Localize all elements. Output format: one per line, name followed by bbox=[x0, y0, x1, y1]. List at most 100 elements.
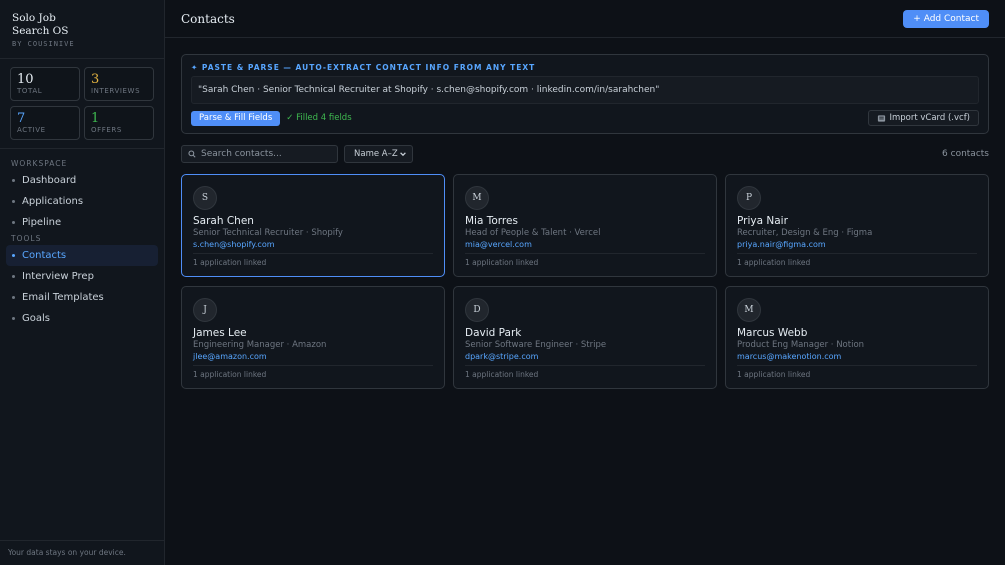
sidebar-item-label: Interview Prep bbox=[22, 271, 94, 282]
add-contact-button[interactable]: + Add Contact bbox=[903, 9, 989, 28]
bullet-icon bbox=[12, 254, 15, 257]
avatar: M bbox=[737, 298, 761, 322]
card-divider bbox=[465, 365, 705, 366]
sidebar-item-label: Contacts bbox=[22, 250, 67, 261]
contact-email[interactable]: mia@vercel.com bbox=[465, 240, 705, 251]
contact-card[interactable]: J James Lee Engineering Manager · Amazon… bbox=[181, 286, 445, 389]
bullet-icon bbox=[12, 275, 15, 278]
main-content: Contacts + Add Contact ✦ PASTE & PARSE —… bbox=[165, 0, 1005, 565]
chevron-down-icon bbox=[400, 152, 406, 157]
import-vcard-button[interactable]: Import vCard (.vcf) bbox=[868, 110, 979, 126]
sidebar-item-contacts[interactable]: Contacts bbox=[6, 245, 158, 266]
paste-parse-panel: ✦ PASTE & PARSE — AUTO-EXTRACT CONTACT I… bbox=[181, 54, 989, 134]
stat-label: OFFERS bbox=[91, 125, 122, 134]
page-title: Contacts bbox=[181, 11, 235, 26]
bullet-icon bbox=[12, 221, 15, 224]
parse-actions: Parse & Fill Fields ✓ Filled 4 fields Im… bbox=[191, 110, 979, 126]
card-divider bbox=[193, 365, 433, 366]
stat-value: 1 bbox=[91, 110, 100, 126]
brand: Solo Job Search OS BY COUSINIVE bbox=[0, 0, 164, 59]
contact-name: David Park bbox=[465, 327, 522, 339]
paste-text-field[interactable]: "Sarah Chen · Senior Technical Recruiter… bbox=[191, 76, 979, 104]
stat-label: INTERVIEWS bbox=[91, 87, 141, 95]
contact-email[interactable]: marcus@makenotion.com bbox=[737, 352, 977, 363]
contact-name: Priya Nair bbox=[737, 215, 788, 227]
contact-email[interactable]: priya.nair@figma.com bbox=[737, 240, 977, 251]
contacts-toolbar: Name A–Z 6 contacts bbox=[181, 145, 989, 163]
sidebar-item-label: Email Templates bbox=[22, 292, 104, 303]
sidebar-item-goals[interactable]: Goals bbox=[6, 308, 158, 329]
contact-card-icon bbox=[878, 114, 886, 122]
contact-card[interactable]: M Mia Torres Head of People & Talent · V… bbox=[453, 174, 717, 277]
sidebar-item-pipeline[interactable]: Pipeline bbox=[6, 212, 158, 233]
bullet-icon bbox=[12, 317, 15, 320]
avatar: S bbox=[193, 186, 217, 210]
stat-offers[interactable]: 1 OFFERS bbox=[84, 105, 154, 140]
sidebar-item-interview-prep[interactable]: Interview Prep bbox=[6, 266, 158, 287]
sort-select[interactable]: Name A–Z bbox=[344, 145, 413, 163]
nav-section-workspace: WORKSPACE bbox=[11, 159, 68, 168]
sidebar-item-applications[interactable]: Applications bbox=[6, 191, 158, 212]
stat-label: ACTIVE bbox=[17, 125, 46, 134]
stat-value: 7 bbox=[17, 110, 26, 126]
parse-status: ✓ Filled 4 fields bbox=[286, 113, 352, 123]
paste-parse-heading: ✦ PASTE & PARSE — AUTO-EXTRACT CONTACT I… bbox=[191, 63, 536, 72]
sort-value: Name A–Z bbox=[354, 149, 398, 159]
sidebar: Solo Job Search OS BY COUSINIVE 10 TOTAL… bbox=[0, 0, 165, 565]
contact-role: Senior Technical Recruiter · Shopify bbox=[193, 228, 343, 238]
sidebar-item-label: Applications bbox=[22, 196, 84, 207]
card-divider bbox=[465, 253, 705, 254]
brand-title: Solo Job Search OS bbox=[12, 12, 69, 37]
linked-applications: 1 application linked bbox=[465, 370, 539, 379]
nav-section-tools: TOOLS bbox=[11, 234, 42, 243]
contact-name: James Lee bbox=[193, 327, 247, 339]
card-divider bbox=[737, 253, 977, 254]
parse-fill-button[interactable]: Parse & Fill Fields bbox=[191, 110, 281, 126]
avatar: M bbox=[465, 186, 489, 210]
contact-role: Recruiter, Design & Eng · Figma bbox=[737, 228, 873, 238]
bullet-icon bbox=[12, 200, 15, 203]
card-divider bbox=[193, 253, 433, 254]
bullet-icon bbox=[12, 296, 15, 299]
brand-subtitle: BY COUSINIVE bbox=[12, 40, 75, 48]
privacy-note: Your data stays on your device. bbox=[0, 540, 165, 565]
stat-label: TOTAL bbox=[17, 87, 43, 95]
avatar: D bbox=[465, 298, 489, 322]
import-vcard-label: Import vCard (.vcf) bbox=[889, 113, 970, 123]
sidebar-item-label: Dashboard bbox=[22, 175, 77, 186]
contact-card[interactable]: S Sarah Chen Senior Technical Recruiter … bbox=[181, 174, 445, 277]
avatar: P bbox=[737, 186, 761, 210]
avatar: J bbox=[193, 298, 217, 322]
contact-name: Mia Torres bbox=[465, 215, 518, 227]
contact-name: Sarah Chen bbox=[193, 215, 254, 227]
contact-card[interactable]: P Priya Nair Recruiter, Design & Eng · F… bbox=[725, 174, 989, 277]
sidebar-item-label: Goals bbox=[22, 313, 50, 324]
contact-card[interactable]: M Marcus Webb Product Eng Manager · Noti… bbox=[725, 286, 989, 389]
linked-applications: 1 application linked bbox=[737, 370, 811, 379]
stat-value: 3 bbox=[91, 72, 100, 87]
contact-email[interactable]: s.chen@shopify.com bbox=[193, 240, 433, 251]
contact-name: Marcus Webb bbox=[737, 327, 808, 339]
contact-email[interactable]: dpark@stripe.com bbox=[465, 352, 705, 363]
stat-active[interactable]: 7 ACTIVE bbox=[10, 105, 80, 140]
top-bar: Contacts + Add Contact bbox=[165, 0, 1005, 38]
contact-role: Head of People & Talent · Vercel bbox=[465, 228, 601, 238]
contact-count: 6 contacts bbox=[942, 149, 989, 159]
sidebar-item-email-templates[interactable]: Email Templates bbox=[6, 287, 158, 308]
search-icon bbox=[188, 150, 196, 158]
stat-interviews[interactable]: 3 INTERVIEWS bbox=[84, 67, 154, 101]
search-input[interactable] bbox=[201, 149, 331, 159]
linked-applications: 1 application linked bbox=[737, 258, 811, 267]
linked-applications: 1 application linked bbox=[465, 258, 539, 267]
contact-card[interactable]: D David Park Senior Software Engineer · … bbox=[453, 286, 717, 389]
stat-value: 10 bbox=[17, 72, 34, 87]
stats-panel: 10 TOTAL 3 INTERVIEWS 7 ACTIVE 1 OFFERS bbox=[0, 59, 164, 149]
contact-email[interactable]: jlee@amazon.com bbox=[193, 352, 433, 363]
stat-total[interactable]: 10 TOTAL bbox=[10, 67, 80, 101]
sidebar-item-dashboard[interactable]: Dashboard bbox=[6, 170, 158, 191]
sidebar-item-label: Pipeline bbox=[22, 217, 62, 228]
card-divider bbox=[737, 365, 977, 366]
contacts-grid: S Sarah Chen Senior Technical Recruiter … bbox=[181, 174, 989, 389]
search-box[interactable] bbox=[181, 145, 338, 163]
linked-applications: 1 application linked bbox=[193, 258, 267, 267]
